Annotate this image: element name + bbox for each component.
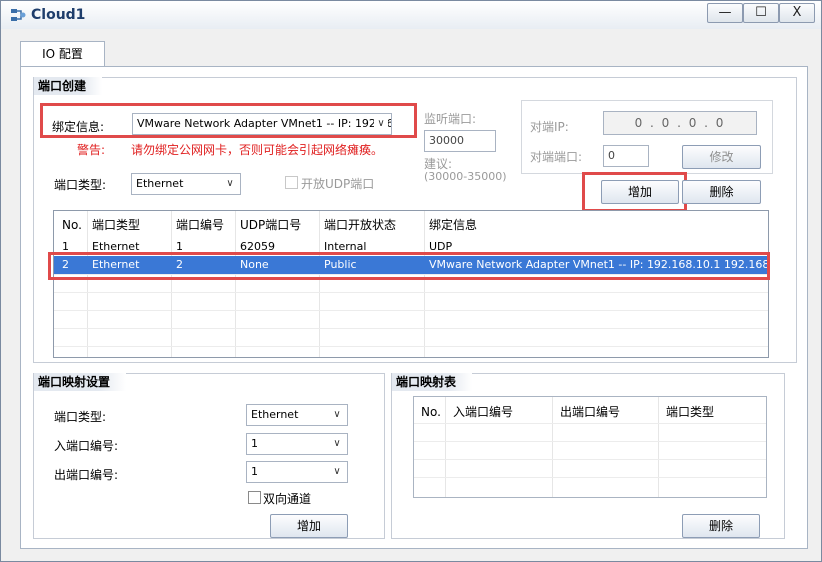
col-header-port-type: 端口类型: [666, 405, 715, 419]
add-port-button[interactable]: 增加: [601, 180, 679, 204]
port-table-header: No. 端口类型 端口编号 UDP端口号 端口开放状态 绑定信息: [54, 216, 768, 234]
tab-io-config[interactable]: IO 配置: [20, 41, 105, 67]
peer-ip-input[interactable]: 0 . 0 . 0 . 0: [603, 111, 757, 135]
cell-no: 1: [62, 240, 69, 253]
maximize-icon: ☐: [755, 5, 767, 20]
port-type-value: Ethernet: [136, 177, 184, 190]
close-button[interactable]: X: [779, 3, 815, 23]
cloud-config-window: Cloud1 — ☐ X IO 配置 端口创建 绑定信息: VMware Net…: [0, 0, 822, 562]
cell-port-type: Ethernet: [92, 258, 140, 271]
port-mapping-table-title: 端口映射表: [392, 373, 473, 391]
cloud-app-icon: [11, 9, 26, 21]
window-title: Cloud1: [31, 7, 86, 23]
col-header-port-number: 端口编号: [176, 218, 225, 232]
mapping-type-label: 端口类型:: [54, 410, 107, 424]
cell-udp-port: 62059: [240, 240, 275, 253]
col-header-out-port: 出端口编号: [560, 405, 621, 419]
col-header-open-status: 端口开放状态: [324, 218, 397, 232]
col-header-in-port: 入端口编号: [453, 405, 514, 419]
bind-info-label: 绑定信息:: [52, 120, 105, 134]
in-port-label: 入端口编号:: [54, 439, 119, 453]
peer-port-label: 对端端口:: [530, 150, 583, 164]
cell-port-type: Ethernet: [92, 240, 140, 253]
cell-open-status: Internal: [324, 240, 367, 253]
warning-text: 请勿绑定公网网卡，否则可能会引起网络瘫痪。: [131, 143, 384, 157]
mapping-table: No. 入端口编号 出端口编号 端口类型: [413, 396, 767, 498]
bind-info-select[interactable]: VMware Network Adapter VMnet1 -- IP: 192…: [132, 113, 392, 135]
out-port-select[interactable]: 1 ∨: [246, 461, 348, 483]
out-port-value: 1: [251, 465, 258, 478]
in-port-select[interactable]: 1 ∨: [246, 433, 348, 455]
maximize-button[interactable]: ☐: [743, 3, 779, 23]
peer-port-input[interactable]: 0: [603, 145, 649, 167]
bidirectional-label: 双向通道: [263, 492, 312, 506]
col-header-udp-port: UDP端口号: [240, 218, 302, 232]
chevron-down-icon: ∨: [333, 466, 341, 477]
port-table: No. 端口类型 端口编号 UDP端口号 端口开放状态 绑定信息 1 Ether…: [53, 210, 769, 358]
modify-button[interactable]: 修改: [682, 145, 761, 169]
chevron-down-icon: ∨: [333, 409, 341, 420]
col-header-bind-info: 绑定信息: [429, 218, 478, 232]
cell-open-status: Public: [324, 258, 357, 271]
col-header-no: No.: [421, 405, 441, 419]
bidirectional-checkbox[interactable]: [248, 491, 261, 504]
warning-label: 警告:: [77, 143, 106, 157]
minimize-button[interactable]: —: [707, 3, 743, 23]
col-header-port-type: 端口类型: [92, 218, 141, 232]
chevron-down-icon: ∨: [333, 438, 341, 449]
delete-mapping-button[interactable]: 删除: [682, 514, 760, 538]
io-config-panel: 端口创建 绑定信息: VMware Network Adapter VMnet1…: [20, 66, 808, 549]
cell-bind-info: UDP: [429, 240, 453, 253]
col-header-no: No.: [62, 218, 82, 232]
mapping-type-value: Ethernet: [251, 408, 299, 421]
port-create-group: 端口创建 绑定信息: VMware Network Adapter VMnet1…: [33, 77, 797, 363]
mapping-table-header: No. 入端口编号 出端口编号 端口类型: [414, 403, 766, 421]
chevron-down-icon: ∨: [374, 114, 388, 134]
in-port-value: 1: [251, 437, 258, 450]
peer-ip-label: 对端IP:: [530, 120, 569, 134]
cell-port-number: 1: [176, 240, 183, 253]
open-udp-label: 开放UDP端口: [301, 177, 375, 191]
cell-port-number: 2: [176, 258, 183, 271]
cell-udp-port: None: [240, 258, 269, 271]
cell-no: 2: [62, 258, 69, 271]
close-icon: X: [792, 5, 802, 20]
table-row[interactable]: 1 Ethernet 1 62059 Internal UDP: [54, 238, 768, 256]
chevron-down-icon: ∨: [226, 178, 234, 189]
bind-info-value: VMware Network Adapter VMnet1 -- IP: 192…: [137, 117, 392, 130]
listen-port-input[interactable]: 30000: [424, 130, 496, 152]
port-mapping-settings-title: 端口映射设置: [34, 373, 127, 391]
port-type-label: 端口类型:: [54, 178, 107, 192]
port-mapping-table-group: 端口映射表 No. 入端口编号 出端口编号 端口类型 删除: [391, 373, 785, 539]
out-port-label: 出端口编号:: [54, 468, 119, 482]
port-type-select[interactable]: Ethernet ∨: [131, 173, 241, 195]
table-row-selected[interactable]: 2 Ethernet 2 None Public VMware Network …: [54, 256, 768, 274]
minimize-icon: —: [718, 5, 732, 20]
port-mapping-settings-group: 端口映射设置 端口类型: Ethernet ∨ 入端口编号: 1 ∨ 出端口编号…: [33, 373, 385, 539]
port-create-title: 端口创建: [34, 77, 103, 95]
mapping-type-select[interactable]: Ethernet ∨: [246, 404, 348, 426]
delete-port-button[interactable]: 删除: [682, 180, 761, 204]
title-bar: Cloud1 — ☐ X: [1, 1, 821, 29]
suggest-range: (30000-35000): [424, 170, 507, 183]
listen-port-label: 监听端口:: [424, 112, 477, 126]
add-mapping-button[interactable]: 增加: [270, 514, 348, 538]
open-udp-checkbox[interactable]: [285, 176, 298, 189]
cell-bind-info: VMware Network Adapter VMnet1 -- IP: 192…: [429, 258, 768, 271]
